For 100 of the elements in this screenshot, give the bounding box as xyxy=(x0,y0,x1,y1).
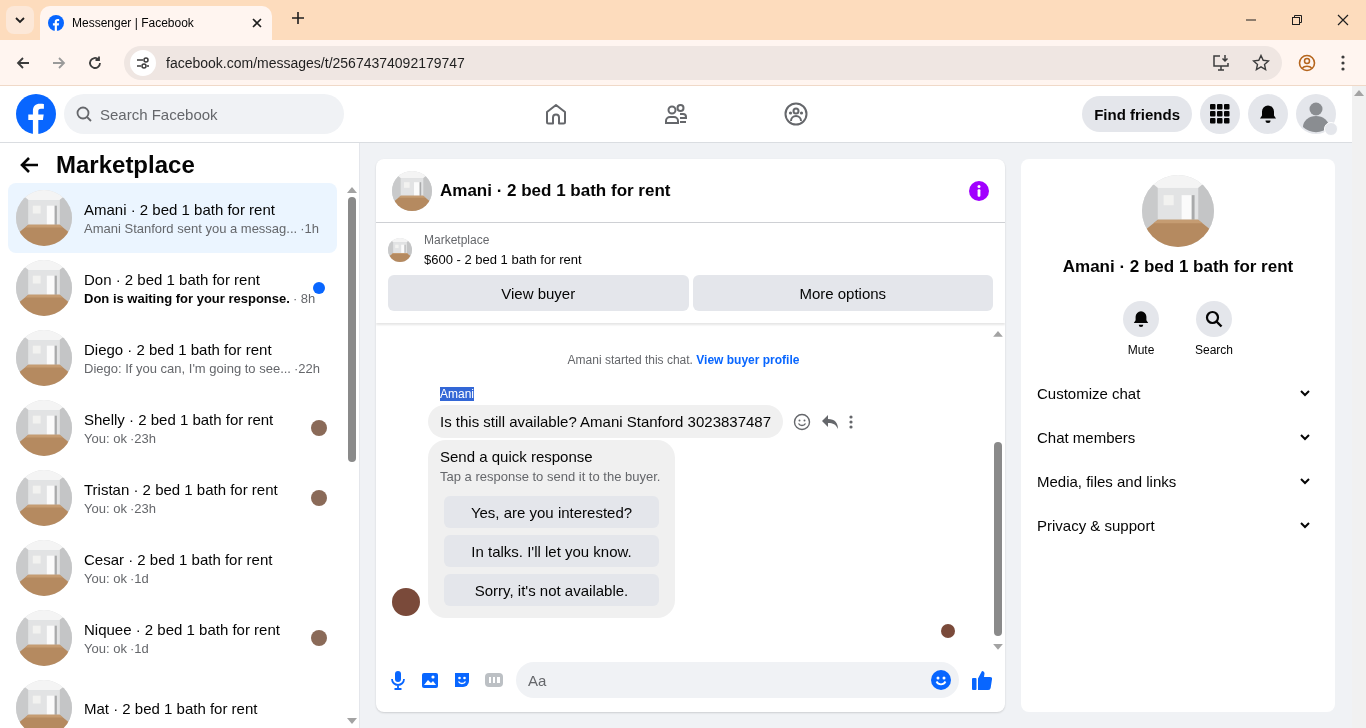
conversation-title: Niquee · 2 bed 1 bath for rent xyxy=(84,620,281,638)
site-settings-button[interactable] xyxy=(130,49,156,76)
conversation-item[interactable]: Diego · 2 bed 1 bath for rent Diego: If you can, I'm going to see... ·22h xyxy=(8,323,337,393)
smiley-icon xyxy=(793,412,812,431)
home-icon xyxy=(544,102,568,126)
photo-button[interactable] xyxy=(420,670,440,690)
up-arrow-icon xyxy=(993,331,1003,337)
conversation-item[interactable]: Niquee · 2 bed 1 bath for rent You: ok ·1d xyxy=(8,603,337,673)
chevron-down-icon xyxy=(14,14,26,26)
quick-response-button[interactable]: Yes, are you interested? xyxy=(444,496,659,528)
browser-tab[interactable]: Messenger | Facebook xyxy=(40,6,272,40)
search-icon xyxy=(76,106,92,122)
message-time: ·23h xyxy=(129,500,156,516)
section-header[interactable]: Privacy & support xyxy=(1037,503,1319,547)
scrollbar[interactable] xyxy=(1352,86,1366,728)
read-receipt-avatar xyxy=(941,624,955,638)
message-time: ·22h xyxy=(294,360,320,376)
message-preview: You: ok xyxy=(84,430,127,446)
reload-icon xyxy=(87,54,103,71)
section-header[interactable]: Media, files and links xyxy=(1037,459,1319,503)
find-friends-button[interactable]: Find friends xyxy=(1082,96,1192,132)
conversation-title: Shelly · 2 bed 1 bath for rent xyxy=(84,410,275,428)
conversation-item[interactable]: Shelly · 2 bed 1 bath for rent You: ok ·23h xyxy=(8,393,337,463)
conversation-name: Amani · 2 bed 1 bath for rent xyxy=(1062,257,1294,277)
quick-response-button[interactable]: In talks. I'll let you know. xyxy=(444,535,659,567)
notifications-button[interactable] xyxy=(1248,94,1288,134)
action-label: Mute xyxy=(1127,343,1155,357)
listing-summary: $600 - 2 bed 1 bath for rent xyxy=(424,252,582,267)
conversation-item[interactable]: Don · 2 bed 1 bath for rent Don is waiting for your response. · 8h xyxy=(8,253,337,323)
conversation-title: Amani · 2 bed 1 bath for rent xyxy=(84,200,276,218)
sticker-button[interactable] xyxy=(452,670,472,690)
quick-response-button[interactable]: Sorry, it's not available. xyxy=(444,574,659,606)
address-bar[interactable]: facebook.com/messages/t/25674374092179747 xyxy=(124,45,1282,80)
chevron-down-icon xyxy=(1299,519,1311,531)
conversation-title: Tristan · 2 bed 1 bath for rent xyxy=(84,480,279,498)
more-button[interactable] xyxy=(849,414,854,429)
message-time: ·1d xyxy=(129,640,149,656)
search-button[interactable] xyxy=(1196,301,1232,337)
sender-avatar xyxy=(392,588,420,616)
thumbs-up-icon xyxy=(971,669,993,691)
message-time: ·1h xyxy=(300,220,319,236)
message-bubble: Is this still available? Amani Stanford 3023837487 xyxy=(428,405,784,438)
tab-title: Messenger | Facebook xyxy=(72,16,195,30)
down-arrow-icon xyxy=(347,718,357,724)
message-preview: You: ok xyxy=(84,640,127,656)
info-button[interactable] xyxy=(969,180,989,201)
conversation-item[interactable]: Cesar · 2 bed 1 bath for rent You: ok ·1d xyxy=(8,533,337,603)
bell-icon xyxy=(1258,104,1278,124)
like-button[interactable] xyxy=(971,669,993,691)
search-icon xyxy=(1205,310,1223,328)
url-text: facebook.com/messages/t/25674374092179747 xyxy=(166,54,466,71)
chevron-down-icon xyxy=(1299,475,1311,487)
up-arrow-icon xyxy=(1354,90,1364,96)
search-field[interactable]: Search Facebook xyxy=(64,94,344,134)
sender-name: Amani xyxy=(440,387,474,401)
conversation-title: Don · 2 bed 1 bath for rent xyxy=(84,270,261,288)
arrow-right-icon xyxy=(51,54,67,71)
mute-button[interactable] xyxy=(1123,301,1159,337)
bell-icon xyxy=(1132,310,1150,328)
conversation-item[interactable]: Tristan · 2 bed 1 bath for rent You: ok ·23h xyxy=(8,463,337,533)
listing-label: Marketplace xyxy=(424,233,491,247)
message-preview: Amani Stanford sent you a messag... xyxy=(84,220,298,236)
close-icon xyxy=(1337,14,1349,26)
facebook-logo-icon[interactable] xyxy=(16,94,56,134)
quick-response-subtitle: Tap a response to send it to the buyer. xyxy=(440,469,662,484)
emoji-button[interactable] xyxy=(931,670,951,690)
tab-list-button[interactable] xyxy=(6,6,34,34)
message-time: ·1d xyxy=(129,570,149,586)
message-time: · 8h xyxy=(292,290,316,306)
sticker-icon xyxy=(452,670,472,690)
action-button[interactable]: More options xyxy=(692,275,993,311)
react-button[interactable] xyxy=(793,412,812,431)
view-buyer-profile-link[interactable]: View buyer profile xyxy=(696,353,800,367)
microphone-icon xyxy=(388,670,408,690)
account-button[interactable] xyxy=(1296,94,1336,134)
message-input[interactable]: Aa xyxy=(516,662,959,698)
up-arrow-icon xyxy=(347,187,357,193)
facebook-logo-icon xyxy=(48,15,64,31)
section-header[interactable]: Customize chat xyxy=(1037,371,1319,415)
sidebar-title: Marketplace xyxy=(56,151,195,179)
close-tab-button[interactable] xyxy=(250,16,264,30)
section-header[interactable]: Chat members xyxy=(1037,415,1319,459)
down-arrow-icon xyxy=(993,644,1003,650)
conversation-title: Cesar · 2 bed 1 bath for rent xyxy=(84,550,274,568)
person-silhouette-icon xyxy=(1296,94,1336,134)
star-icon xyxy=(1252,53,1270,72)
voice-button[interactable] xyxy=(388,670,408,690)
conversation-item[interactable]: Amani · 2 bed 1 bath for rent Amani Stanford sent you a messag... ·1h xyxy=(8,183,337,253)
gif-tile-icon xyxy=(484,670,504,690)
message-preview: You: ok xyxy=(84,500,127,516)
conversation-item[interactable]: Mat · 2 bed 1 bath for rent xyxy=(8,673,337,728)
menu-button[interactable] xyxy=(1200,94,1240,134)
action-button[interactable]: View buyer xyxy=(388,275,689,311)
conversation-title: Diego · 2 bed 1 bath for rent xyxy=(84,340,273,358)
chat-title: Amani · 2 bed 1 bath for rent xyxy=(440,180,672,201)
message-preview: Diego: If you can, I'm going to see... xyxy=(84,360,291,376)
person-circle-icon xyxy=(1298,53,1316,72)
info-icon xyxy=(969,180,989,201)
quick-response-title: Send a quick response xyxy=(440,448,594,465)
back-button[interactable] xyxy=(20,155,40,175)
